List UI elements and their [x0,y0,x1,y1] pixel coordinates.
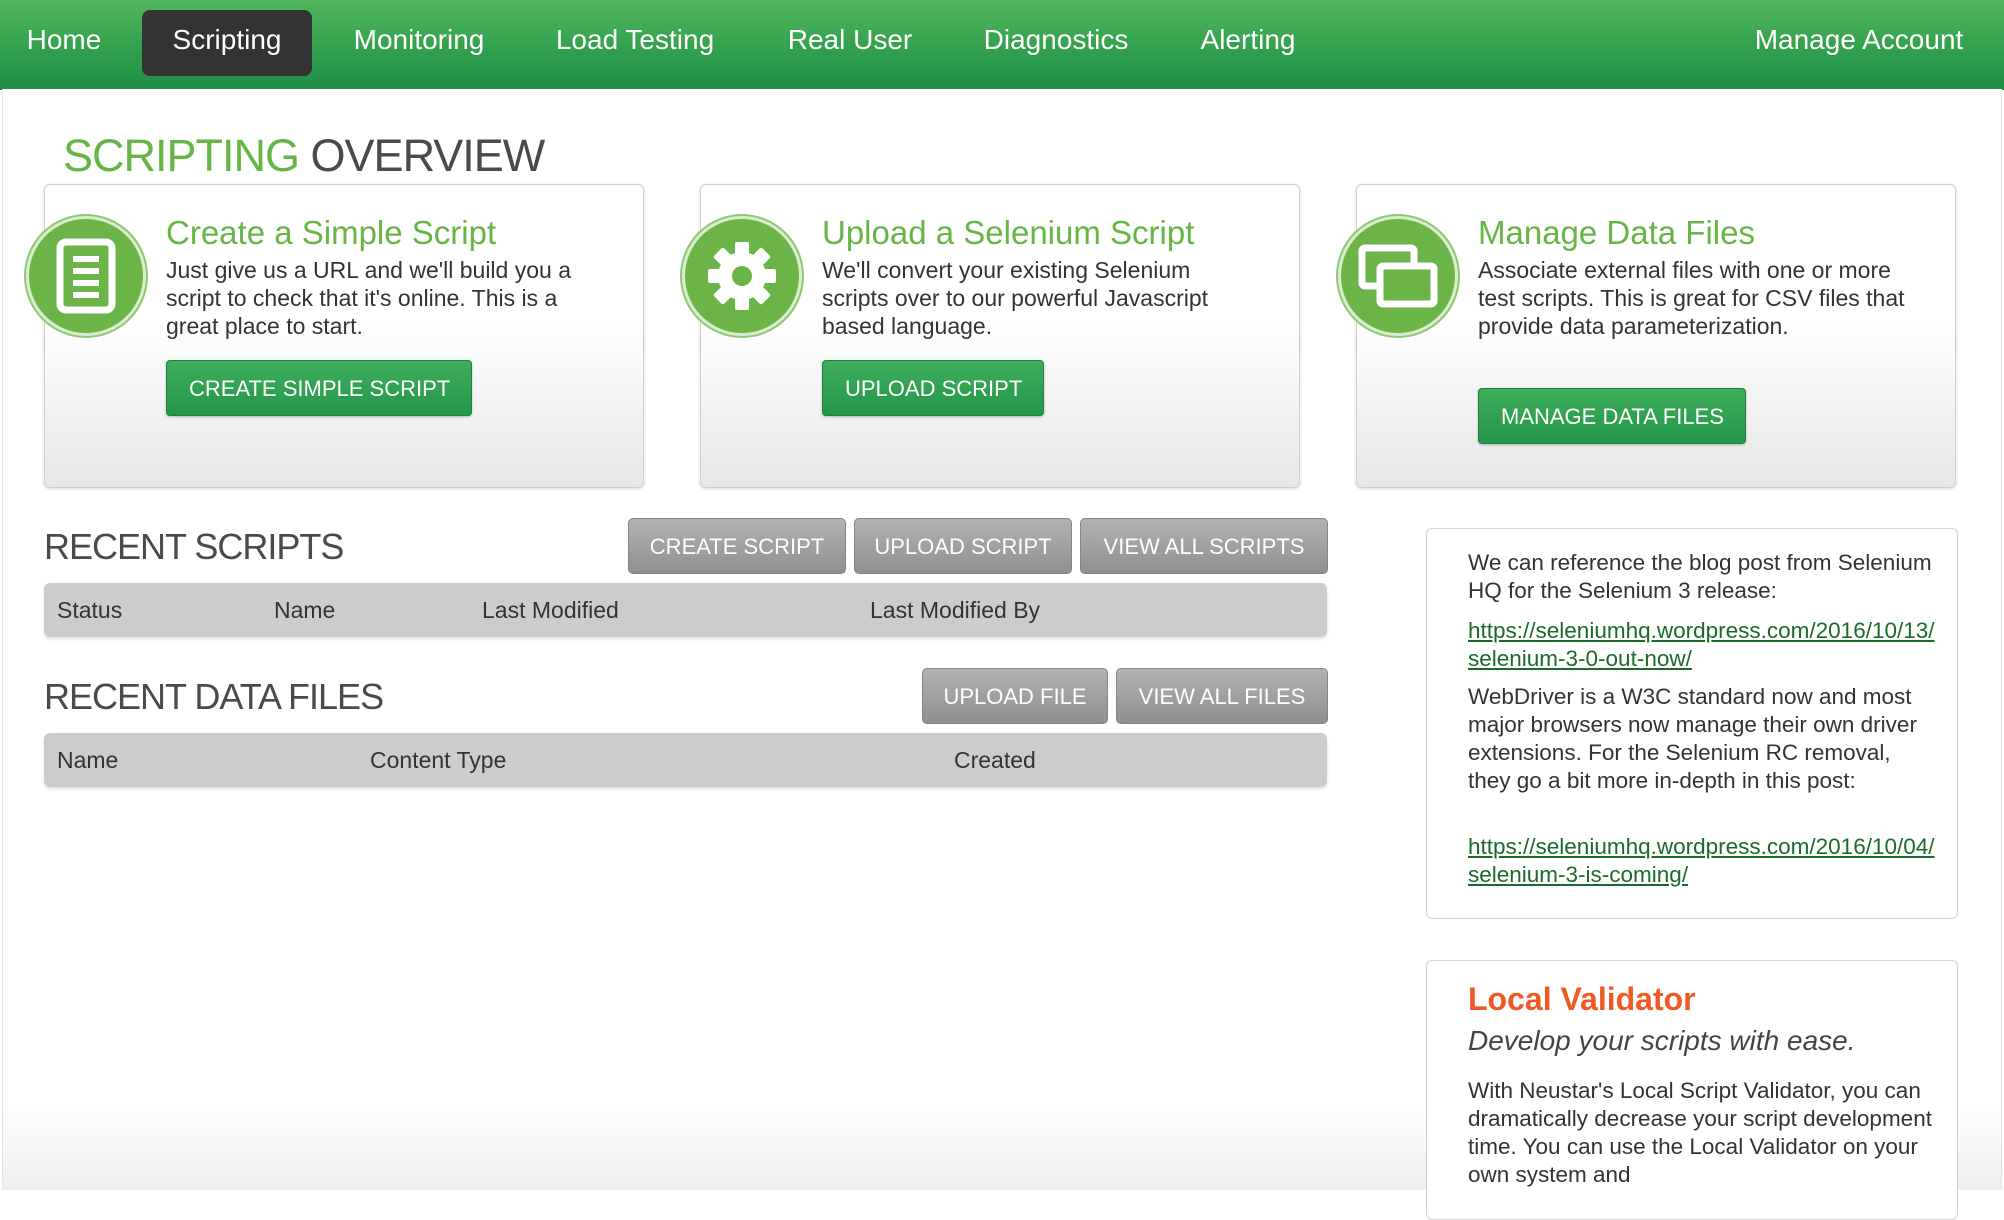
card-description: Associate external files with one or mor… [1478,257,1905,339]
upload-script-button-small[interactable]: UPLOAD SCRIPT [854,518,1072,574]
blog-body-text: WebDriver is a W3C standard now and most… [1468,684,1917,793]
page-title-rest: OVERVIEW [299,130,546,181]
local-validator-box: Local Validator Develop your scripts wit… [1426,960,1958,1220]
local-validator-subtitle: Develop your scripts with ease. [1468,1025,1856,1056]
card-title: Manage Data Files [1478,214,1755,251]
column-last-modified-by[interactable]: Last Modified By [870,583,1040,637]
blog-intro-text: We can reference the blog post from Sele… [1468,550,1932,603]
nav-scripting[interactable]: Scripting [142,10,312,76]
upload-file-button[interactable]: UPLOAD FILE [922,668,1108,724]
column-content-type[interactable]: Content Type [370,733,506,787]
recent-scripts-table-header: Status Name Last Modified Last Modified … [44,583,1327,637]
card-description: We'll convert your existing Selenium scr… [822,257,1209,339]
nav-real-user[interactable]: Real User [770,10,930,76]
column-name[interactable]: Name [274,583,335,637]
nav-manage-account[interactable]: Manage Account [1740,10,1978,76]
gear-icon [682,216,802,336]
create-script-button[interactable]: CREATE SCRIPT [628,518,846,574]
manage-data-files-button[interactable]: MANAGE DATA FILES [1478,388,1746,444]
nav-load-testing[interactable]: Load Testing [540,10,730,76]
blog-reference-box: We can reference the blog post from Sele… [1426,528,1958,919]
nav-alerting[interactable]: Alerting [1184,10,1312,76]
blog-link-selenium-3-coming[interactable]: https://seleniumhq.wordpress.com/2016/10… [1468,833,1938,889]
top-nav: Home Scripting Monitoring Load Testing R… [0,0,2004,90]
recent-scripts-heading: RECENT SCRIPTS [44,526,344,567]
card-title: Create a Simple Script [166,214,497,251]
local-validator-body: With Neustar's Local Script Validator, y… [1468,1078,1932,1187]
nav-diagnostics[interactable]: Diagnostics [970,10,1142,76]
column-status[interactable]: Status [57,583,122,637]
recent-data-files-heading: RECENT DATA FILES [44,676,384,717]
nav-home[interactable]: Home [10,10,118,76]
document-icon [26,216,146,336]
view-all-files-button[interactable]: VIEW ALL FILES [1116,668,1328,724]
blog-link-selenium-3-out[interactable]: https://seleniumhq.wordpress.com/2016/10… [1468,617,1938,673]
page-title: SCRIPTING OVERVIEW [63,130,546,182]
create-simple-script-button[interactable]: CREATE SIMPLE SCRIPT [166,360,472,416]
upload-script-button[interactable]: UPLOAD SCRIPT [822,360,1044,416]
nav-monitoring[interactable]: Monitoring [338,10,500,76]
card-title: Upload a Selenium Script [822,214,1195,251]
windows-icon [1338,216,1458,336]
column-created[interactable]: Created [954,733,1036,787]
local-validator-title: Local Validator [1468,981,1696,1017]
page-title-accent: SCRIPTING [63,130,300,181]
view-all-scripts-button[interactable]: VIEW ALL SCRIPTS [1080,518,1328,574]
card-description: Just give us a URL and we'll build you a… [166,257,571,339]
column-name[interactable]: Name [57,733,118,787]
recent-data-files-table-header: Name Content Type Created [44,733,1327,787]
column-last-modified[interactable]: Last Modified [482,583,619,637]
